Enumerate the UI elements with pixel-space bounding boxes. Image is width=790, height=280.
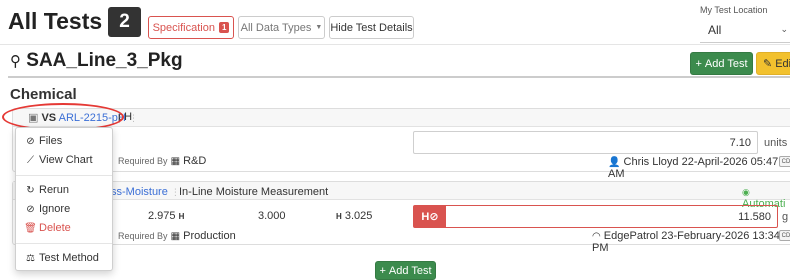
chevron-down-icon: ⌄ (780, 24, 788, 34)
menu-divider (16, 243, 112, 244)
menu-divider (16, 175, 112, 176)
line-chart-icon: ⟋ (27, 155, 34, 166)
specification-filter-button[interactable]: Specification 1 (148, 16, 234, 39)
balance-scale-icon: ⚖ (26, 253, 35, 264)
trash-icon: 🗑 (24, 223, 37, 234)
required-by-label: Required By (118, 156, 168, 166)
spec-high: Н 3.025 (336, 210, 372, 222)
menu-item-label: Rerun (39, 184, 69, 196)
out-of-spec-icon: Н⊘ (414, 206, 446, 227)
plus-icon: + (379, 264, 386, 277)
refresh-icon: ↻ (26, 185, 35, 196)
rss-icon: ◉ (742, 187, 750, 197)
spec-low-value: 2.975 (148, 210, 176, 222)
page-title: All Tests (8, 8, 103, 34)
sample-name: SAA_Line_3_Pkg (26, 50, 183, 71)
entered-by-value: Chris Lloyd 22-April-2026 05:47 AM (608, 156, 779, 180)
result-input-ph[interactable]: 7.10 (413, 131, 758, 154)
test-location-label: My Test Location (700, 5, 768, 15)
specification-count-badge: 1 (218, 22, 230, 33)
spec-low: 2.975 Н (148, 210, 184, 222)
test-location-value: All (708, 22, 722, 37)
units-label: units (764, 137, 788, 149)
required-by: Required By ▦ R&D (118, 155, 206, 167)
status-chip[interactable]: CD (779, 156, 790, 167)
spec-marker-icon: Н (336, 212, 342, 221)
spec-high-value: 3.025 (344, 210, 373, 222)
menu-item-label: View Chart (39, 154, 93, 166)
add-test-button[interactable]: + Add Test (690, 52, 753, 75)
drag-handle-icon[interactable]: ⋮ (171, 187, 180, 197)
user-icon: 👤 (608, 157, 621, 168)
sample-divider (8, 76, 790, 78)
add-test-label: Add Test (388, 264, 432, 277)
data-types-label: All Data Types (240, 21, 312, 34)
menu-item-test-method[interactable]: ⚖ Test Method (24, 252, 99, 264)
menu-item-delete[interactable]: 🗑 Delete (24, 222, 71, 234)
building-icon: ▦ (170, 156, 181, 167)
hide-test-details-button[interactable]: Hide Test Details (329, 16, 414, 39)
entered-by: ◠ EdgePatrol 23-February-2026 13:34 PM (592, 230, 790, 254)
sample-title: ⚲ SAA_Line_3_Pkg (10, 50, 183, 72)
edit-label: Edit (775, 57, 790, 70)
test-name: In-Line Moisture Measurement (179, 186, 329, 198)
menu-item-label: Delete (39, 222, 71, 234)
entered-by-value: EdgePatrol 23-February-2026 13:34 PM (592, 230, 780, 254)
menu-item-ignore[interactable]: ⊘ Ignore (24, 203, 70, 215)
edit-sample-button[interactable]: ✎ Edit (756, 52, 790, 75)
menu-item-view-chart[interactable]: ⟋ View Chart (24, 154, 93, 166)
entered-by: 👤 Chris Lloyd 22-April-2026 05:47 AM (608, 156, 790, 180)
required-by-value: Production (183, 230, 236, 242)
paperclip-icon: ⊘ (26, 136, 35, 147)
add-test-button-bottom[interactable]: + Add Test (375, 261, 436, 280)
spec-target: 3.000 (258, 210, 286, 222)
section-title: Chemical (10, 86, 77, 103)
required-by-value: R&D (183, 155, 207, 167)
specification-label: Specification (152, 21, 215, 34)
test-count-badge: 2 (108, 7, 141, 37)
plus-icon: + (695, 57, 702, 70)
required-by: Required By ▦ Production (118, 230, 236, 242)
menu-item-files[interactable]: ⊘ Files (24, 135, 62, 147)
pencil-icon: ✎ (763, 58, 773, 70)
test-code[interactable]: ss-Moisture (111, 186, 168, 198)
header-divider (0, 44, 790, 45)
units-label: g (782, 211, 789, 223)
wifi-icon: ◠ (592, 231, 601, 242)
spec-marker-icon: Н (178, 212, 185, 221)
add-test-label: Add Test (704, 57, 748, 70)
result-value: 11.580 (738, 210, 771, 223)
building-icon: ▦ (170, 231, 181, 242)
menu-item-label: Test Method (39, 252, 99, 264)
menu-item-rerun[interactable]: ↻ Rerun (24, 184, 69, 196)
menu-item-label: Ignore (39, 203, 71, 215)
test-code-link-moisture[interactable]: ss-Moisture ⋮ (111, 186, 180, 198)
map-marker-icon: ⚲ (10, 53, 21, 70)
test-location-select[interactable]: All ⌄ (700, 17, 790, 43)
caret-down-icon: ▼ (315, 24, 323, 31)
data-types-dropdown[interactable]: All Data Types ▼ (238, 16, 325, 39)
required-by-label: Required By (118, 231, 168, 241)
status-chip[interactable]: CD (779, 230, 790, 241)
result-input-moisture[interactable]: Н⊘ 11.580 (413, 205, 778, 228)
menu-item-label: Files (39, 135, 63, 147)
ban-icon: ⊘ (26, 204, 35, 215)
test-context-menu: ⊘ Files ⟋ View Chart ↻ Rerun ⊘ Ignore 🗑 Delet… (15, 127, 113, 271)
